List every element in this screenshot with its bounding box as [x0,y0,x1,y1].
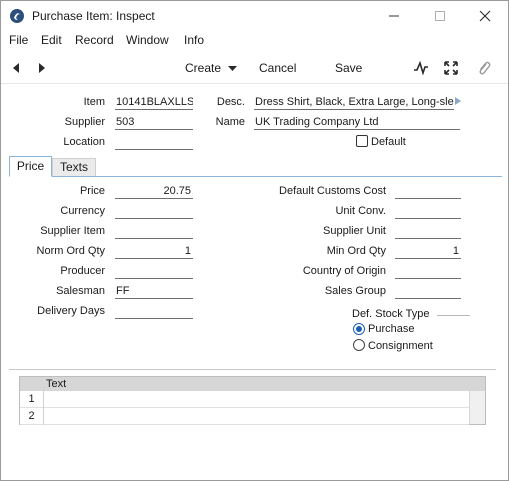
consignment-radio[interactable] [353,339,365,351]
price-field[interactable]: 20.75 [115,185,193,199]
grid-separator [9,369,496,370]
text-column-header: Text [46,378,67,390]
create-label: Create [185,61,222,75]
toolbar: Create Cancel Save [1,55,508,81]
menu-record[interactable]: Record [75,33,114,47]
maximize-icon [435,11,445,21]
min-ord-qty-label: Min Ord Qty [326,245,386,257]
app-icon [9,8,25,24]
row-number: 1 [20,391,44,408]
create-button[interactable]: Create [185,61,238,75]
currency-label: Currency [60,205,105,217]
supplier-label: Supplier [64,116,105,128]
tab-texts[interactable]: Texts [52,158,96,176]
location-label: Location [63,136,105,148]
country-of-origin-label: Country of Origin [302,265,386,277]
supplier-field[interactable]: 503 [115,116,193,130]
row-number: 2 [20,408,44,425]
norm-ord-qty-field[interactable]: 1 [115,245,193,259]
desc-label: Desc. [216,96,245,108]
toolbar-divider [1,83,508,84]
menu-bar: File Edit Record Window Info [1,33,508,51]
stock-type-title: Def. Stock Type [352,308,430,320]
item-field[interactable]: 10141BLAXLLS [115,96,193,110]
unit-conv-label: Unit Conv. [335,205,386,217]
name-label: Name [215,116,245,128]
location-field[interactable] [115,136,193,150]
item-label: Item [83,96,105,108]
close-icon [479,10,491,22]
tab-price[interactable]: Price [9,156,52,177]
minimize-icon [389,15,399,17]
triangle-right-icon [39,63,45,73]
sales-group-label: Sales Group [324,285,386,297]
title-bar: Purchase Item: Inspect [1,1,508,31]
maximize-button[interactable] [417,1,463,31]
name-field[interactable]: UK Trading Company Ltd [254,116,460,130]
close-button[interactable] [462,1,508,31]
previous-record-button[interactable] [6,58,26,78]
delivery-days-label: Delivery Days [37,305,105,317]
sales-group-field[interactable] [395,285,461,299]
default-customs-cost-field[interactable] [395,185,461,199]
grid-scrollbar[interactable] [469,391,485,424]
country-of-origin-field[interactable] [395,265,461,279]
menu-edit[interactable]: Edit [41,33,62,47]
unit-conv-field[interactable] [395,205,461,219]
producer-label: Producer [60,265,105,277]
default-checkbox[interactable] [356,135,368,147]
default-label: Default [371,136,406,148]
expand-arrows-icon [444,61,458,75]
table-row[interactable]: 1 [20,391,469,408]
delivery-days-field[interactable] [115,305,193,319]
paperclip-icon [479,61,491,75]
triangle-left-icon [13,63,19,73]
table-row[interactable]: 2 [20,408,469,425]
supplier-item-field[interactable] [115,225,193,239]
norm-ord-qty-label: Norm Ord Qty [36,245,105,257]
attachment-button[interactable] [474,58,494,78]
price-label: Price [79,185,105,197]
purchase-item-window: Purchase Item: Inspect File Edit Record … [0,0,509,481]
producer-field[interactable] [115,265,193,279]
default-customs-cost-label: Default Customs Cost [279,185,386,197]
next-record-button[interactable] [32,58,52,78]
menu-window[interactable]: Window [126,33,169,47]
stock-type-group-line [437,315,470,316]
salesman-field[interactable]: FF [115,285,193,299]
scroll-right-button[interactable] [454,96,464,108]
tab-strip-line [9,176,502,177]
supplier-unit-label: Supplier Unit [323,225,386,237]
currency-field[interactable] [115,205,193,219]
chevron-down-icon [228,65,238,71]
cancel-button[interactable]: Cancel [259,61,296,75]
menu-file[interactable]: File [9,33,28,47]
min-ord-qty-field[interactable]: 1 [395,245,461,259]
triangle-right-icon [455,97,461,105]
activity-button[interactable] [411,58,431,78]
menu-info[interactable]: Info [184,33,204,47]
desc-field[interactable]: Dress Shirt, Black, Extra Large, Long-sl… [254,96,454,110]
fullscreen-button[interactable] [441,58,461,78]
salesman-label: Salesman [56,285,105,297]
save-button[interactable]: Save [335,61,362,75]
purchase-radio-label: Purchase [368,323,415,335]
grid-header: Text [20,377,485,391]
minimize-button[interactable] [371,1,417,31]
supplier-unit-field[interactable] [395,225,461,239]
pulse-icon [414,61,428,75]
window-title: Purchase Item: Inspect [32,9,155,23]
consignment-radio-label: Consignment [368,340,433,352]
purchase-radio[interactable] [353,323,365,335]
text-grid: Text 1 2 [19,376,486,425]
supplier-item-label: Supplier Item [40,225,105,237]
